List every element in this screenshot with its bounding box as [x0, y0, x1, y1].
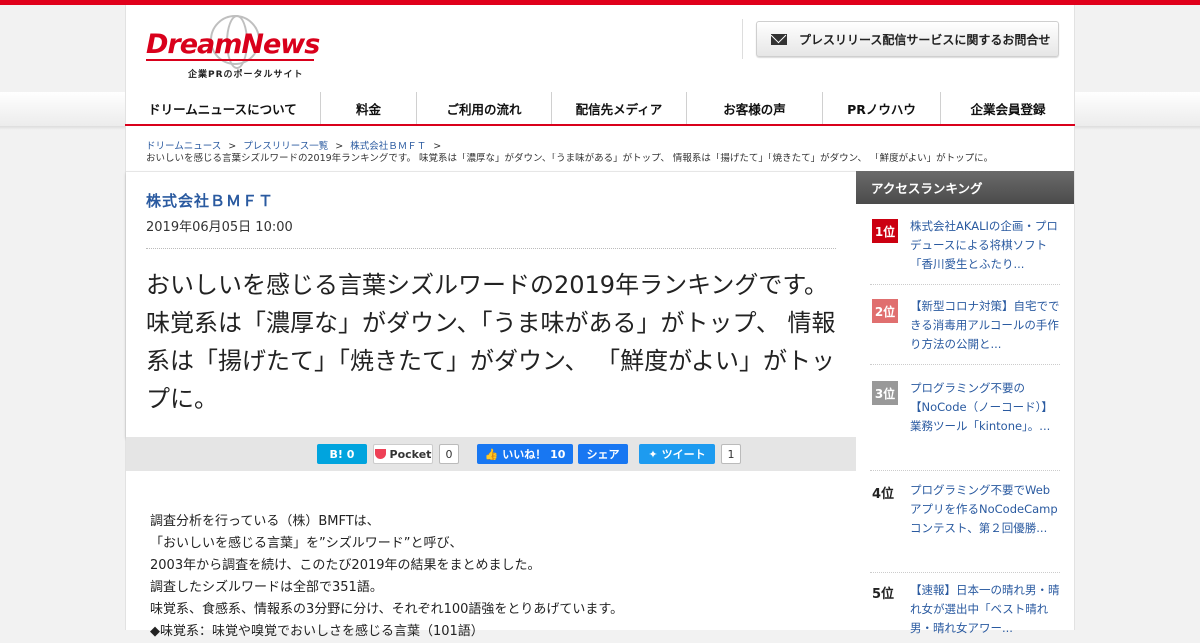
body-line: 2003年から調査を続け、このたび2019年の結果をまとめました。 — [150, 558, 541, 573]
breadcrumb-item-company[interactable]: 株式会社ＢＭＦＴ — [350, 141, 426, 152]
mail-icon — [771, 33, 787, 45]
main-nav: ドリームニュースについて 料金 ご利用の流れ 配信先メディア お客様の声 PRノ… — [125, 92, 1075, 126]
rank-link[interactable]: 株式会社AKALIの企画・プロデュースによる将棋ソフト「香川愛生とふたり... — [910, 217, 1060, 274]
body-line: 味覚系、食感系、情報系の3分野に分け、それぞれ100語強をとりあげています。 — [150, 602, 624, 617]
nav-item-pricing[interactable]: 料金 — [321, 92, 417, 124]
nav-item-about[interactable]: ドリームニュースについて — [125, 92, 321, 124]
tweet-label: ツイート — [661, 448, 706, 461]
nav-item-register[interactable]: 企業会員登録 — [941, 92, 1075, 124]
like-label: いいね！ 10 — [502, 448, 566, 461]
facebook-like-button[interactable]: 👍 いいね！ 10 — [477, 444, 573, 464]
site-logo[interactable]: DreamNews 企業PRのポータルサイト — [146, 15, 320, 80]
nav-item-pr-knowhow[interactable]: PRノウハウ — [823, 92, 941, 124]
facebook-share-button[interactable]: シェア — [578, 444, 628, 464]
rank-item-4[interactable]: 4位 プログラミング不要でWebアプリを作るNoCodeCampコンテスト、第２… — [870, 481, 1060, 573]
rank-badge: 3位 — [872, 381, 898, 405]
pocket-label: Pocket — [389, 447, 432, 461]
contact-button-label: プレスリリース配信サービスに関するお問合せ — [799, 32, 1051, 47]
thumbs-up-icon: 👍 — [484, 447, 499, 461]
breadcrumb-separator: > — [335, 141, 344, 152]
article-header: 株式会社ＢＭＦＴ 2019年06月05日 10:00 おいしいを感じる言葉シズル… — [126, 171, 856, 437]
dotted-divider — [146, 248, 836, 249]
nav-item-flow[interactable]: ご利用の流れ — [417, 92, 552, 124]
logo-subtitle: 企業PRのポータルサイト — [188, 70, 304, 80]
share-bar: B! 0 Pocket 0 👍 いいね！ 10 シェア ✦ ツイート 1 — [126, 437, 856, 471]
body-line: 「おいしいを感じる言葉」を”シズルワード”と呼び、 — [150, 536, 463, 551]
tweet-count: 1 — [721, 444, 741, 464]
body-line: 調査したシズルワードは全部で351語。 — [150, 580, 383, 595]
rank-link[interactable]: 【新型コロナ対策】自宅でできる消毒用アルコールの手作り方法の公開と... — [910, 297, 1060, 354]
rank-item-5[interactable]: 5位 【速報】日本一の晴れ男・晴れ女が選出中「ベスト晴れ男・晴れ女アワー... — [870, 581, 1060, 641]
access-ranking-sidebar: アクセスランキング 1位 株式会社AKALIの企画・プロデュースによる将棋ソフト… — [856, 171, 1074, 635]
hatena-bookmark-button[interactable]: B! 0 — [317, 444, 367, 464]
publish-date: 2019年06月05日 10:00 — [146, 220, 293, 235]
rank-badge: 2位 — [872, 299, 898, 323]
logo-text: DreamNews — [146, 29, 320, 60]
breadcrumb-separator: > — [228, 141, 237, 152]
rank-link[interactable]: 【速報】日本一の晴れ男・晴れ女が選出中「ベスト晴れ男・晴れ女アワー... — [910, 581, 1060, 638]
logo-underline — [146, 59, 314, 63]
company-link[interactable]: 株式会社ＢＭＦＴ — [146, 190, 274, 211]
body-line: ◆味覚系：味覚や嗅覚でおいしさを感じる言葉（101語） — [150, 624, 484, 639]
breadcrumb-separator: > — [433, 141, 442, 152]
rank-item-1[interactable]: 1位 株式会社AKALIの企画・プロデュースによる将棋ソフト「香川愛生とふたり.… — [870, 217, 1060, 285]
rank-link[interactable]: プログラミング不要でWebアプリを作るNoCodeCampコンテスト、第２回優勝… — [910, 481, 1060, 538]
nav-item-testimonials[interactable]: お客様の声 — [687, 92, 823, 124]
pocket-count: 0 — [439, 444, 459, 464]
contact-button[interactable]: プレスリリース配信サービスに関するお問合せ — [756, 21, 1059, 57]
breadcrumb-item-home[interactable]: ドリームニュース — [146, 141, 221, 152]
header-divider — [742, 19, 743, 59]
rank-link[interactable]: プログラミング不要の【NoCode（ノーコード）】業務ツール「kintone」。… — [910, 379, 1060, 436]
pocket-icon — [374, 449, 386, 459]
rank-item-2[interactable]: 2位 【新型コロナ対策】自宅でできる消毒用アルコールの手作り方法の公開と... — [870, 297, 1060, 365]
sidebar-title: アクセスランキング — [856, 171, 1074, 204]
nav-item-media[interactable]: 配信先メディア — [552, 92, 687, 124]
twitter-bird-icon: ✦ — [648, 447, 658, 461]
article-body: 調査分析を行っている（株）BMFTは、 「おいしいを感じる言葉」を”シズルワード… — [150, 511, 840, 643]
rank-number: 4位 — [872, 487, 895, 502]
rank-badge: 1位 — [872, 219, 898, 243]
tweet-button[interactable]: ✦ ツイート — [639, 444, 715, 464]
article-title: おいしいを感じる言葉シズルワードの2019年ランキングです。 味覚系は「濃厚な」… — [146, 271, 836, 413]
breadcrumb-item-release-list[interactable]: プレスリリース一覧 — [243, 141, 328, 152]
breadcrumb: ドリームニュース > プレスリリース一覧 > 株式会社ＢＭＦＴ > おいしいを感じる言葉シ… — [146, 141, 1066, 165]
breadcrumb-current: おいしいを感じる言葉シズルワードの2019年ランキングです。 味覚系は「濃厚な」… — [146, 153, 994, 164]
rank-item-3[interactable]: 3位 プログラミング不要の【NoCode（ノーコード）】業務ツール「kinton… — [870, 379, 1060, 471]
body-line: 調査分析を行っている（株）BMFTは、 — [150, 514, 380, 529]
pocket-button[interactable]: Pocket — [373, 444, 433, 464]
rank-number: 5位 — [872, 587, 895, 602]
